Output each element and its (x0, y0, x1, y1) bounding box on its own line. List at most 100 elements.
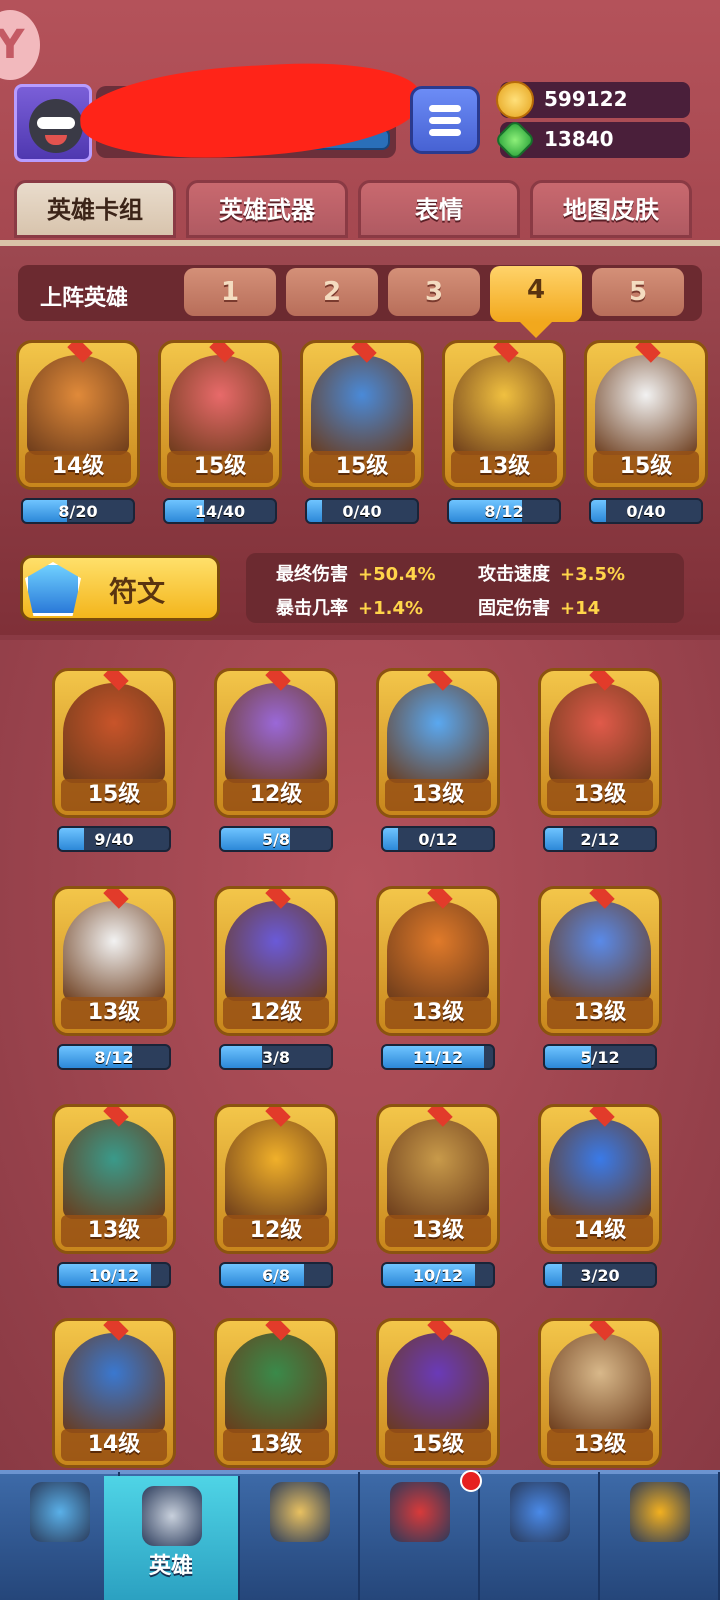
stat-crit-chance: 暴击几率 +1.4% (276, 594, 423, 620)
card-progress-bar: 6/8 (219, 1262, 333, 1288)
hero-level: 12级 (223, 779, 329, 811)
hero-portrait (549, 683, 651, 783)
card-progress-bar: 0/12 (381, 826, 495, 852)
progress-text: 3/8 (261, 1048, 291, 1067)
collection-hero-card[interactable]: 13级 (376, 1104, 500, 1254)
rune-label: 符文 (109, 575, 166, 608)
nav-item-crossed-swords[interactable] (240, 1472, 360, 1600)
tab-hero-weapons[interactable]: 英雄武器 (186, 180, 348, 238)
card-progress-bar: 8/20 (21, 498, 135, 524)
menu-icon-line (429, 129, 461, 136)
team-banner-icon (510, 1482, 570, 1542)
progress-text: 10/12 (412, 1266, 464, 1285)
collection-hero-card[interactable]: 12级 (214, 886, 338, 1036)
progress-text: 6/8 (261, 1266, 291, 1285)
lineup.heroes-hero-card[interactable]: 13级 (442, 340, 566, 490)
hero-portrait (595, 355, 697, 455)
hero-level: 15级 (385, 1429, 491, 1461)
stat-key: 暴击几率 (276, 598, 348, 619)
collection-hero-card[interactable]: 12级 (214, 1104, 338, 1254)
progress-text: 8/20 (58, 502, 98, 521)
card-progress-bar: 11/12 (381, 1044, 495, 1070)
hero-level: 15级 (167, 451, 273, 483)
nav-item-compass[interactable] (600, 1472, 720, 1600)
lineup-slot-button[interactable]: 1 (184, 268, 276, 316)
progress-text: 8/12 (484, 502, 524, 521)
lineup-label: 上阵英雄 (40, 286, 129, 311)
card-progress-bar: 3/8 (219, 1044, 333, 1070)
nav-item-treasure-chest[interactable] (0, 1472, 120, 1600)
hero-portrait (63, 1333, 165, 1433)
nav-item-team-banner[interactable] (480, 1472, 600, 1600)
lineup-slot-button[interactable]: 2 (286, 268, 378, 316)
lineup.heroes-hero-card[interactable]: 15级 (300, 340, 424, 490)
collection-hero-card[interactable]: 13级 (376, 886, 500, 1036)
collection-hero-card[interactable]: 13级 (376, 668, 500, 818)
lineup.heroes-hero-card[interactable]: 15级 (584, 340, 708, 490)
crown-shield-icon (390, 1482, 450, 1542)
card-progress-bar: 10/12 (57, 1262, 171, 1288)
hero-portrait (225, 1119, 327, 1219)
collection-hero-card[interactable]: 14级 (538, 1104, 662, 1254)
collection-hero-card[interactable]: 13级 (538, 668, 662, 818)
stat-value: +3.5% (560, 564, 626, 585)
hero-level: 15级 (309, 451, 415, 483)
hero-level: 13级 (547, 1429, 653, 1461)
lineup-slot-button[interactable]: 3 (388, 268, 480, 316)
stat-fixed-damage: 固定伤害 +14 (478, 594, 600, 620)
stat-key: 攻击速度 (478, 564, 550, 585)
lineup.heroes-hero-card[interactable]: 14级 (16, 340, 140, 490)
stat-value: +14 (560, 598, 601, 619)
stat-attack-speed: 攻击速度 +3.5% (478, 560, 625, 586)
hero-portrait (169, 355, 271, 455)
nav-item-crown-shield[interactable] (360, 1472, 480, 1600)
knight-helmet-icon (142, 1486, 202, 1546)
hero-level: 15级 (61, 779, 167, 811)
progress-text: 5/8 (261, 830, 291, 849)
card-progress-bar: 9/40 (57, 826, 171, 852)
progress-text: 3/20 (580, 1266, 620, 1285)
collection-hero-card[interactable]: 13级 (52, 886, 176, 1036)
collection-hero-card[interactable]: 12级 (214, 668, 338, 818)
notification-dot (460, 1470, 482, 1492)
collection-hero-card[interactable]: 13级 (538, 886, 662, 1036)
lineup-slot-button-active[interactable]: 4 (490, 266, 582, 338)
card-progress-bar: 2/12 (543, 826, 657, 852)
hero-level: 14级 (547, 1215, 653, 1247)
menu-button[interactable] (410, 86, 480, 154)
hero-level: 13级 (223, 1429, 329, 1461)
hero-portrait (311, 355, 413, 455)
hero-portrait (549, 901, 651, 1001)
stat-final-damage: 最终伤害 +50.4% (276, 560, 436, 586)
hero-level: 15级 (593, 451, 699, 483)
menu-icon-line (429, 117, 461, 124)
gem-counter[interactable]: 13840 (493, 118, 690, 162)
hero-portrait (63, 901, 165, 1001)
nav-item-knight-helmet[interactable]: 英雄 (104, 1476, 240, 1600)
card-progress-bar: 8/12 (447, 498, 561, 524)
card-progress-bar: 0/40 (589, 498, 703, 524)
collection-hero-card[interactable]: 15级 (52, 668, 176, 818)
hero-portrait (225, 1333, 327, 1433)
lineup-slot-button[interactable]: 5 (592, 268, 684, 316)
progress-text: 8/12 (94, 1048, 134, 1067)
rune-button[interactable]: 符文 (20, 555, 220, 621)
lineup.heroes-hero-card[interactable]: 15级 (158, 340, 282, 490)
tab-map-skins[interactable]: 地图皮肤 (530, 180, 692, 238)
card-progress-bar: 5/12 (543, 1044, 657, 1070)
progress-text: 2/12 (580, 830, 620, 849)
compass-icon (630, 1482, 690, 1542)
treasure-chest-icon (30, 1482, 90, 1542)
rune-gem-icon (25, 562, 81, 616)
menu-icon-line (429, 105, 461, 112)
tab-hero-deck[interactable]: 英雄卡组 (14, 180, 176, 238)
collection-hero-card[interactable]: 13级 (52, 1104, 176, 1254)
progress-text: 9/40 (94, 830, 134, 849)
collection-hero-card[interactable]: 13级 (538, 1318, 662, 1468)
gold-counter[interactable]: 599122 (496, 81, 690, 119)
tab-emotes[interactable]: 表情 (358, 180, 520, 238)
collection-hero-card[interactable]: 15级 (376, 1318, 500, 1468)
collection-hero-card[interactable]: 14级 (52, 1318, 176, 1468)
hero-level: 13级 (61, 997, 167, 1029)
collection-hero-card[interactable]: 13级 (214, 1318, 338, 1468)
